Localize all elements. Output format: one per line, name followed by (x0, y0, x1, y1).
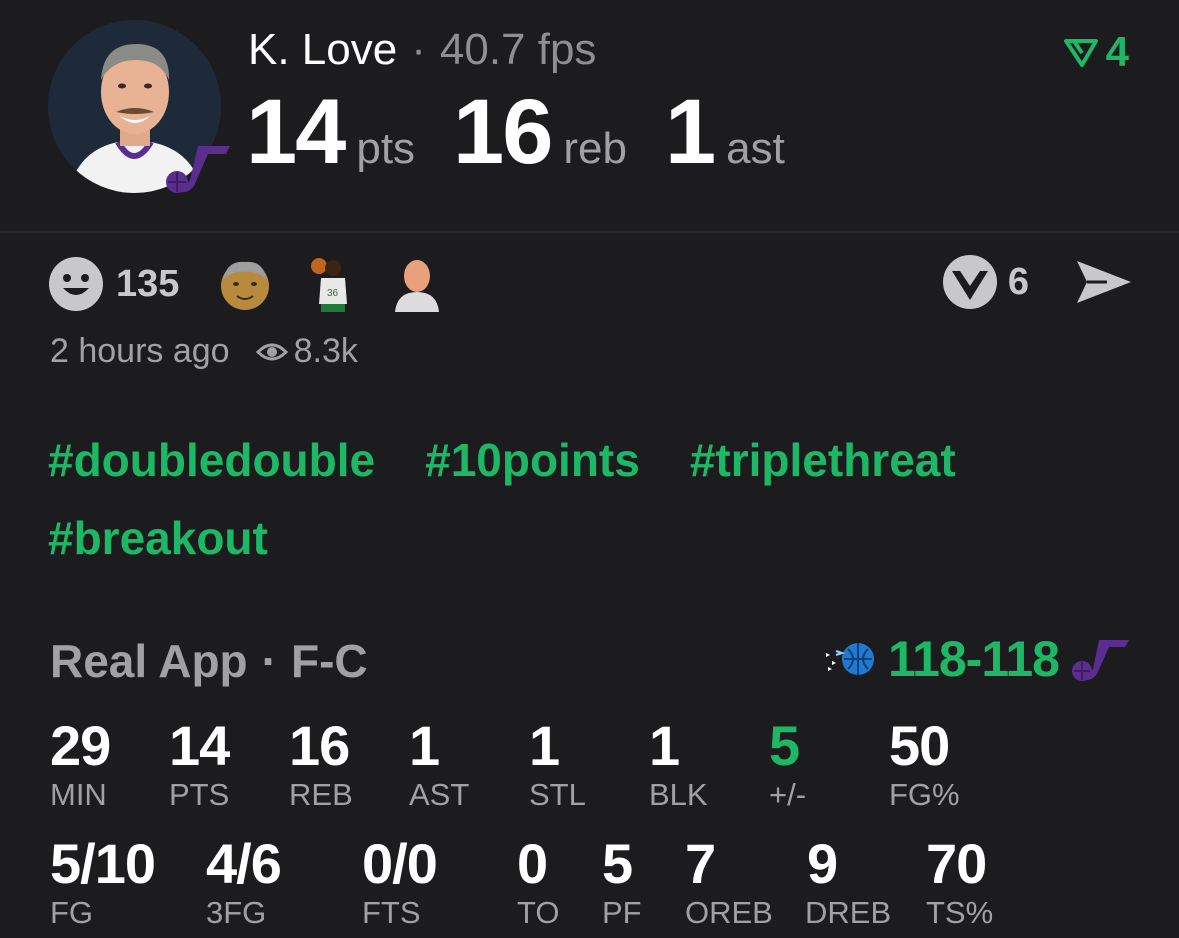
stat-label: REB (289, 777, 353, 812)
stat-label: OREB (685, 895, 773, 930)
headline-assists-unit: ast (726, 124, 785, 173)
headline-stats: 14 pts 16 reb 1 ast (246, 82, 823, 182)
stat-plus-minus: 5 +/- (769, 716, 806, 812)
headline-assists-value: 1 (664, 81, 716, 183)
stat-blk: 1 BLK (649, 716, 708, 812)
stat-label: FG (50, 895, 94, 930)
stat-value: 1 (529, 714, 560, 777)
vote-button[interactable]: 6 (942, 254, 1075, 310)
stat-fts: 0/0 FTS (362, 832, 438, 930)
hashtag[interactable]: #breakout (48, 510, 268, 566)
vote-count: 6 (1007, 260, 1029, 303)
stat-label: PTS (169, 777, 230, 812)
stat-label: TS% (926, 895, 994, 930)
player-position: F-C (290, 635, 368, 687)
headline-rebounds-unit: reb (563, 124, 627, 173)
bald-figure-avatar[interactable] (387, 254, 447, 314)
hashtag[interactable]: #triplethreat (690, 432, 956, 488)
jazz-note-icon (1072, 640, 1129, 681)
stat-label: AST (409, 777, 470, 812)
hashtag[interactable]: #10points (425, 432, 640, 488)
stat-fg: 5/10 FG (50, 832, 156, 930)
stat-ts-pct: 70 TS% (926, 834, 993, 930)
hashtag-list: #doubledouble #10points #triplethreat #b… (48, 432, 1148, 566)
stat-pts: 14 PTS (169, 714, 230, 812)
stat-reb: 16 REB (289, 716, 353, 812)
stat-label: DREB (805, 895, 892, 930)
right-actions: 6 (942, 254, 1133, 310)
checkmark-flag-icon (1063, 39, 1098, 67)
stat-pf: 5 PF (602, 834, 642, 930)
stat-label: STL (529, 777, 586, 812)
jazz-note-icon (160, 140, 232, 195)
reaction-count: 135 (116, 262, 180, 305)
stat-min: 29 MIN (50, 714, 111, 812)
stat-label: 3FG (206, 895, 267, 930)
stat-fg-pct: 50 FG% (889, 716, 960, 812)
svg-text:36: 36 (327, 288, 339, 299)
player-name-line: K. Love · 40.7 fps (248, 24, 596, 76)
stat-value: 7 (685, 832, 716, 895)
stat-to: 0 TO (517, 834, 560, 930)
fantasy-points: 40.7 fps (439, 25, 597, 74)
smiley-reaction-button[interactable]: 135 (48, 256, 215, 312)
view-count: 8.3k (255, 332, 358, 371)
headline-rebounds-value: 16 (453, 81, 553, 183)
post-meta: 2 hours ago 8.3k (50, 332, 358, 371)
divider (0, 231, 1179, 233)
stat-label: MIN (50, 777, 107, 812)
stat-value: 29 (50, 714, 111, 777)
post-card: K. Love · 40.7 fps 14 pts 16 reb 1 ast 4 135 (0, 0, 1179, 938)
stat-value: 5 (769, 714, 800, 777)
stat-value: 9 (807, 832, 838, 895)
stat-value: 1 (409, 714, 440, 777)
prediction-badge[interactable]: 4 (1063, 28, 1129, 76)
views-value: 8.3k (293, 332, 358, 370)
celtics-player-avatar[interactable]: 36 (301, 254, 361, 314)
stat-3fg: 4/6 3FG (206, 832, 282, 930)
stat-value: 14 (169, 714, 230, 777)
stat-value: 0/0 (362, 832, 438, 895)
player-name[interactable]: K. Love (248, 25, 397, 74)
stat-value: 16 (289, 714, 350, 777)
stat-oreb: 7 OREB (685, 834, 773, 930)
app-name: Real App (50, 635, 248, 687)
separator-dot: · (261, 635, 277, 687)
eye-icon (255, 343, 288, 360)
timestamp: 2 hours ago (50, 332, 230, 370)
score-value: 118-118 (888, 631, 1060, 687)
headline-points-value: 14 (246, 81, 346, 183)
game-source-line: Real App · F-C (50, 634, 368, 688)
stat-value: 50 (889, 714, 950, 777)
stat-value: 5/10 (50, 832, 156, 895)
old-man-face-avatar[interactable] (215, 254, 275, 314)
stat-label: FTS (362, 895, 421, 930)
stat-label: PF (602, 895, 642, 930)
smiley-icon (49, 257, 103, 311)
stat-stl: 1 STL (529, 716, 586, 812)
stat-value: 70 (926, 832, 987, 895)
reactions-row: 135 36 (48, 254, 473, 314)
stat-label: FG% (889, 777, 960, 812)
magic-logo-icon (826, 643, 875, 675)
vote-icon (942, 255, 997, 309)
stat-ast: 1 AST (409, 716, 469, 812)
stat-value: 0 (517, 832, 548, 895)
stat-value: 5 (602, 832, 633, 895)
stat-dreb: 9 DREB (805, 834, 891, 930)
share-icon[interactable] (1075, 257, 1133, 307)
prediction-count: 4 (1105, 28, 1129, 75)
headline-points-unit: pts (356, 124, 416, 173)
game-score[interactable]: 118-118 (822, 630, 1131, 688)
stat-label: TO (517, 895, 560, 930)
stat-label: BLK (649, 777, 708, 812)
stat-value: 1 (649, 714, 680, 777)
separator-dot: · (411, 25, 426, 74)
stat-label: +/- (769, 777, 807, 812)
hashtag[interactable]: #doubledouble (48, 432, 375, 488)
stat-value: 4/6 (206, 832, 282, 895)
